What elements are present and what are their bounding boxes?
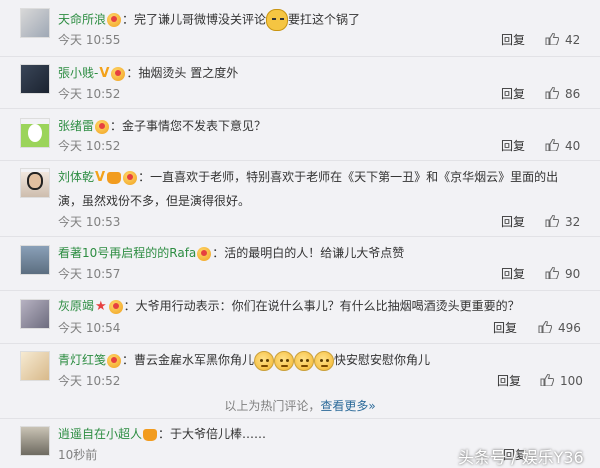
like-button[interactable]: 40 <box>545 138 580 154</box>
reply-button[interactable]: 回复 <box>501 86 525 102</box>
comment-time: 今天 10:54 <box>58 321 121 335</box>
comment-text: ：金子事情您不发表下意见？ <box>110 119 267 133</box>
divider <box>0 418 600 419</box>
username-link[interactable]: 逍遥自在小超人 <box>58 427 142 441</box>
avatar[interactable] <box>20 351 50 381</box>
comment-time: 今天 10:53 <box>58 215 121 229</box>
reply-button[interactable]: 回复 <box>497 373 521 389</box>
like-button[interactable]: 32 <box>545 214 580 230</box>
crown-icon <box>143 428 158 441</box>
comment-time: 今天 10:57 <box>58 267 121 281</box>
username-link[interactable]: 青灯红笺 <box>58 353 106 367</box>
divider <box>0 290 600 291</box>
thumbs-up-icon <box>545 139 559 151</box>
like-button[interactable]: 86 <box>545 86 580 102</box>
v-badge-icon: V <box>99 65 110 81</box>
thumbs-up-icon <box>545 87 559 99</box>
vip-icon <box>95 119 110 134</box>
reply-button[interactable]: 回复 <box>493 320 517 336</box>
like-count: 90 <box>565 267 581 281</box>
divider <box>0 56 600 57</box>
cat-emoji-icon <box>266 9 289 31</box>
like-button[interactable]: 100 <box>540 373 583 389</box>
username-link[interactable]: 灰原竭 <box>58 299 94 313</box>
comment-text: ：大爷用行动表示：你们在说什么事儿？有什么比抽烟喝酒烫头更重要的？ <box>123 299 520 313</box>
comment-text: ：完了谦儿哥微博没关评论 <box>122 12 267 27</box>
vip-icon <box>123 170 138 185</box>
thumbs-up-icon <box>538 321 552 333</box>
avatar[interactable] <box>20 8 50 38</box>
divider <box>0 343 600 344</box>
reply-button[interactable]: 回复 <box>501 266 525 282</box>
avatar[interactable] <box>20 426 50 456</box>
thumbs-up-icon <box>545 215 559 227</box>
reply-button[interactable]: 回复 <box>501 214 525 230</box>
sad-face-emoji-icon <box>274 350 295 371</box>
vip-icon <box>107 13 122 27</box>
username-link[interactable]: 天命所浪 <box>58 13 106 27</box>
sad-face-emoji-icon <box>314 350 335 371</box>
vip-icon <box>111 66 126 81</box>
like-count: 100 <box>560 374 583 388</box>
comment-text: 要扛这个锅了 <box>288 12 361 27</box>
divider <box>0 236 600 237</box>
comment-text: ：活的最明白的人！给谦儿大爷点赞 <box>212 246 405 260</box>
divider <box>0 108 600 109</box>
hot-comments-footer: 以上为热门评论，查看更多» <box>0 398 600 414</box>
vip-icon <box>107 353 122 368</box>
comment-time: 10秒前 <box>58 448 98 462</box>
thumbs-up-icon <box>540 374 554 386</box>
vip-icon <box>197 246 212 261</box>
thumbs-up-icon <box>545 33 559 45</box>
comment-time: 今天 10:55 <box>58 33 121 47</box>
comment-time: 今天 10:52 <box>58 374 121 388</box>
v-badge-icon: V <box>95 169 106 185</box>
username-link[interactable]: 刘体乾 <box>58 170 94 184</box>
vip-icon <box>108 299 123 314</box>
reply-button[interactable]: 回复 <box>501 32 525 48</box>
comment-text: ：抽烟烫头 置之度外 <box>126 66 239 80</box>
like-button[interactable]: 496 <box>538 320 581 336</box>
watermark-text: 头条号 / 娱乐Y36 <box>458 448 584 467</box>
reply-button[interactable]: 回复 <box>501 138 525 154</box>
comment-time: 今天 10:52 <box>58 87 121 101</box>
comment-text-continued: 演，虽然戏份不多，但是演得很好。 <box>58 194 251 208</box>
comment-text: ：于大爷倍儿棒…… <box>158 427 267 441</box>
comment-text: 快安慰安慰你角儿 <box>334 353 431 367</box>
like-button[interactable]: 42 <box>545 32 580 48</box>
like-count: 496 <box>558 321 581 335</box>
sad-face-emoji-icon <box>294 350 315 371</box>
username-link[interactable]: 張小贱- <box>58 66 98 80</box>
like-button[interactable]: 90 <box>545 266 580 282</box>
username-link[interactable]: 张绪雷 <box>58 119 94 133</box>
avatar[interactable] <box>20 64 50 94</box>
hot-comments-note: 以上为热门评论， <box>224 399 321 413</box>
comment-text: ：一直喜欢于老师，特别喜欢于老师在《天下第一丑》和《京华烟云》里面的出 <box>138 170 559 184</box>
crown-icon <box>107 171 122 184</box>
avatar[interactable] <box>20 299 50 329</box>
view-more-link[interactable]: 查看更多» <box>320 399 375 413</box>
star-icon: ★ <box>95 298 107 314</box>
avatar[interactable] <box>20 245 50 275</box>
like-count: 32 <box>565 215 581 229</box>
username-link[interactable]: 看著10号再启程的的Rafa <box>58 246 196 260</box>
avatar[interactable] <box>20 168 50 198</box>
like-count: 86 <box>565 87 581 101</box>
comment-time: 今天 10:52 <box>58 139 121 153</box>
sad-face-emoji-icon <box>254 350 275 371</box>
like-count: 40 <box>565 139 581 153</box>
thumbs-up-icon <box>545 267 559 279</box>
avatar[interactable] <box>20 118 50 148</box>
like-count: 42 <box>565 33 581 47</box>
divider <box>0 160 600 161</box>
comment-text: ：曹云金雇水军黑你角儿 <box>122 353 255 367</box>
